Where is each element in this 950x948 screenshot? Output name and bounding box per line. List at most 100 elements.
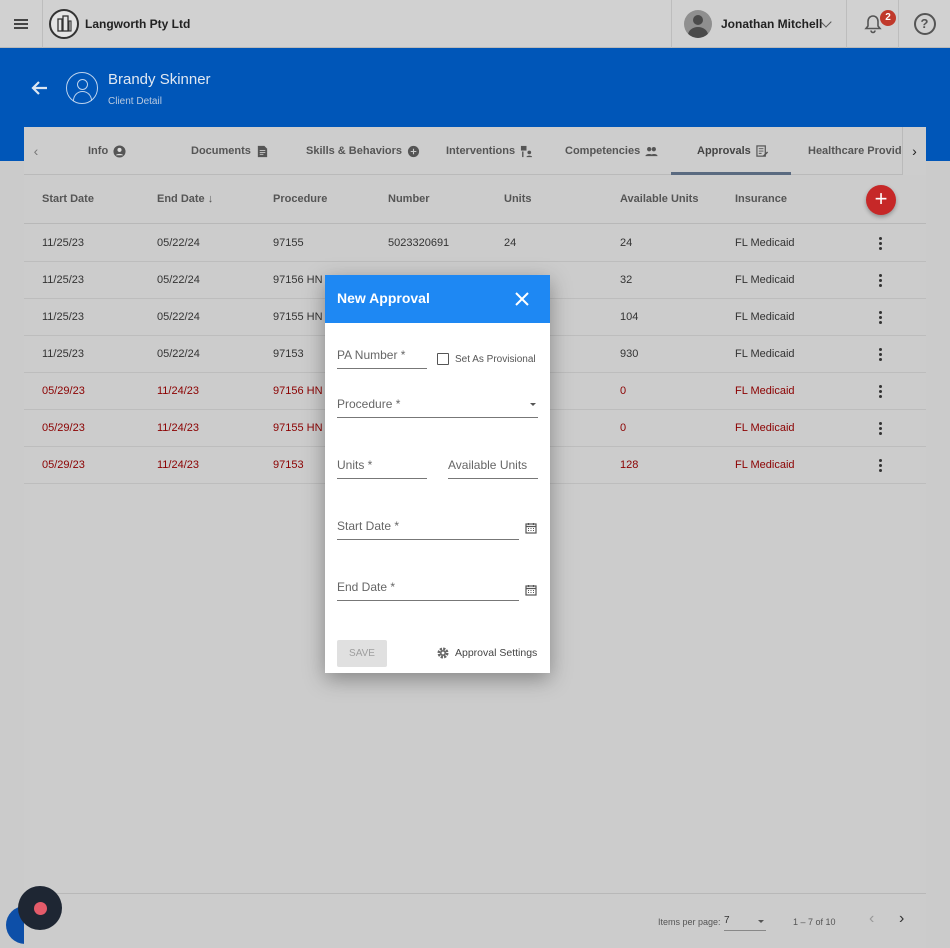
tab-label: Approvals [697,145,751,157]
company-name: Langworth Pty Ltd [85,17,191,31]
page-size-select[interactable]: 7 [724,913,766,931]
help-button[interactable]: ? [898,0,950,48]
end-date-field[interactable]: End Date * [337,577,519,601]
cell-available-units: 32 [620,274,633,286]
tab-skills-behaviors[interactable]: Skills & Behaviors [306,127,420,175]
user-name: Jonathan Mitchell [721,17,823,31]
approval-edit-icon [756,144,768,157]
record-widget-button[interactable] [18,886,62,930]
cell-insurance: FL Medicaid [735,274,795,286]
tab-interventions[interactable]: Interventions [446,127,533,175]
previous-page-button[interactable]: ‹ [869,910,874,928]
cell-end-date: 11/24/23 [157,422,200,434]
cell-insurance: FL Medicaid [735,348,795,360]
column-header-number[interactable]: Number [388,193,430,205]
dialog-header: New Approval [325,275,550,323]
approval-settings-label: Approval Settings [455,647,538,659]
procedure-select[interactable]: Procedure * [337,394,538,418]
sort-down-arrow-icon: ↓ [207,193,214,205]
cell-available-units: 0 [620,422,627,434]
tab-bar: ‹ Info Documents Skills & Behaviors Inte… [24,127,926,175]
items-per-page-label: Items per page: [658,917,721,927]
cell-end-date: 05/22/24 [157,348,200,360]
save-button[interactable]: SAVE [337,640,387,667]
cell-end-date: 05/22/24 [157,237,200,249]
gear-icon [437,647,449,659]
available-units-field[interactable]: Available Units [448,455,538,479]
tab-scroll-left-button[interactable]: ‹ [24,127,48,175]
pa-number-placeholder: PA Number * [337,348,406,362]
cell-start-date: 05/29/23 [42,459,85,471]
cell-insurance: FL Medicaid [735,459,795,471]
cell-start-date: 11/25/23 [42,348,85,360]
cell-available-units: 128 [620,459,639,471]
column-header-units[interactable]: Units [504,193,532,205]
column-header-label: End Date [157,193,205,205]
cell-available-units: 0 [620,385,627,397]
close-icon[interactable] [513,290,531,308]
more-options-icon[interactable] [879,422,883,436]
cell-units: 24 [504,237,517,249]
tab-competencies[interactable]: Competencies [565,127,658,175]
tab-approvals[interactable]: Approvals [697,127,769,175]
cell-insurance: FL Medicaid [735,237,795,249]
paginator: Items per page: 7 1 – 7 of 10 ‹ › [24,893,926,948]
table-header: Start Date End Date ↓ Procedure Number Un… [24,176,926,224]
back-arrow-icon[interactable] [30,78,50,98]
avatar [684,10,712,38]
approval-settings-button[interactable]: Approval Settings [436,646,537,660]
cell-procedure: 97155 HN [273,422,323,434]
menu-icon [14,23,28,25]
cell-procedure: 97155 HN [273,311,323,323]
column-header-available-units[interactable]: Available Units [620,193,698,205]
calendar-icon[interactable] [525,584,537,596]
cell-end-date: 05/22/24 [157,274,200,286]
more-options-icon[interactable] [879,237,883,251]
tab-label: Competencies [565,145,641,157]
top-bar: Langworth Pty Ltd Jonathan Mitchell 2 ? [0,0,950,48]
pa-number-field[interactable]: PA Number * [337,345,427,369]
help-icon: ? [913,13,936,35]
notifications-button[interactable]: 2 [846,0,898,48]
provisional-label: Set As Provisional [455,353,536,365]
new-approval-dialog: New Approval PA Number * Set As Provisio… [325,275,550,673]
add-approval-button[interactable]: + [866,185,896,215]
more-options-icon[interactable] [879,274,883,288]
tab-label: Skills & Behaviors [306,145,402,157]
column-header-procedure[interactable]: Procedure [273,193,327,205]
next-page-button[interactable]: › [899,910,904,928]
provisional-checkbox[interactable]: Set As Provisional [437,353,536,365]
client-subtitle: Client Detail [108,96,162,107]
table-row[interactable]: 11/25/23 05/22/24 97155 5023320691 24 24 FL Me… [24,225,926,262]
checkbox-icon[interactable] [437,353,449,365]
tab-label: Documents [191,145,251,157]
units-field[interactable]: Units * [337,455,427,479]
cell-procedure: 97153 [273,459,304,471]
units-placeholder: Units * [337,458,373,472]
tab-info[interactable]: Info [88,127,126,175]
start-date-field[interactable]: Start Date * [337,516,519,540]
more-options-icon[interactable] [879,348,883,362]
more-options-icon[interactable] [879,311,883,325]
tab-scroll-right-button[interactable]: › [902,127,926,175]
building-logo-icon [49,9,79,39]
brain-icon [407,145,420,157]
cell-start-date: 05/29/23 [42,422,85,434]
cell-insurance: FL Medicaid [735,311,795,323]
calendar-icon[interactable] [525,522,537,534]
more-options-icon[interactable] [879,459,883,473]
column-header-end-date[interactable]: End Date ↓ [157,193,213,205]
more-options-icon[interactable] [879,385,883,399]
user-menu[interactable]: Jonathan Mitchell [671,0,846,48]
company-switcher[interactable]: Langworth Pty Ltd [49,9,190,39]
hamburger-menu-button[interactable] [0,0,43,48]
tab-documents[interactable]: Documents [191,127,269,175]
column-header-insurance[interactable]: Insurance [735,193,787,205]
active-tab-indicator [671,172,791,175]
cell-available-units: 930 [620,348,639,360]
column-header-start-date[interactable]: Start Date [42,193,94,205]
cell-insurance: FL Medicaid [735,385,795,397]
page-size-value: 7 [724,915,730,926]
cell-procedure: 97155 [273,237,304,249]
people-interaction-icon [521,145,533,157]
